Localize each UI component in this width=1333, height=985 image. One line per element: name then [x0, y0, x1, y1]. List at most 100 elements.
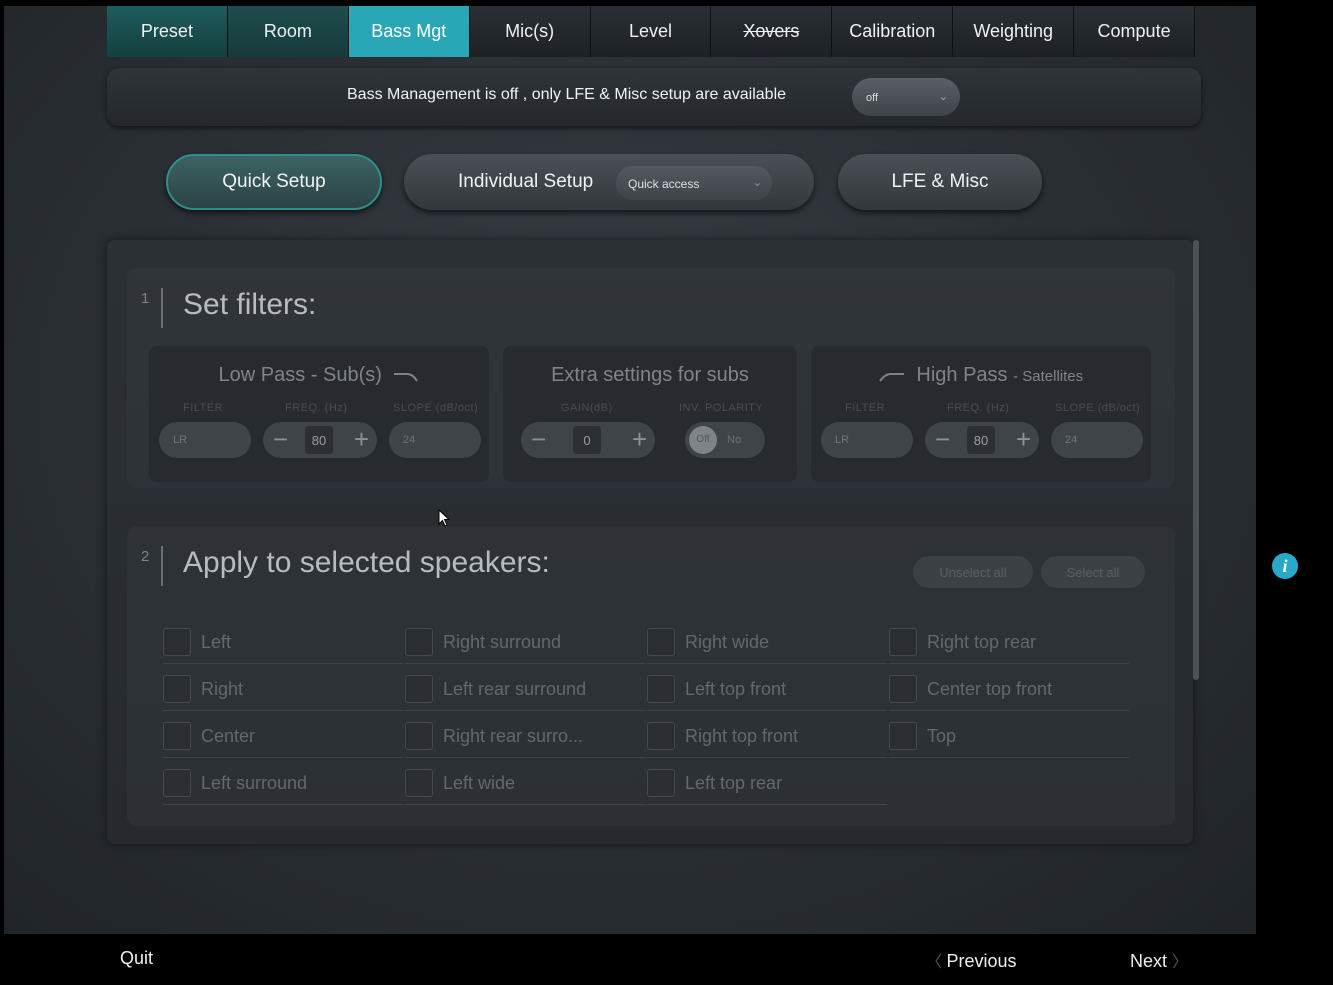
slope-label: SLOPE (dB/oct)	[393, 402, 479, 414]
tab-label: Preset	[140, 21, 193, 41]
speaker-option-left-rear-surround[interactable]: Left rear surround	[405, 667, 645, 711]
checkbox[interactable]	[163, 675, 191, 703]
minus-icon[interactable]: −	[273, 425, 288, 453]
apply-to-speakers-section: 2 Apply to selected speakers: Unselect a…	[127, 526, 1175, 826]
speaker-name: Left	[201, 632, 232, 652]
tab-bass-mgt[interactable]: Bass Mgt	[348, 6, 470, 57]
quick-access-select[interactable]: Quick access ⌄	[616, 166, 772, 200]
chevron-down-icon: ⌄	[752, 177, 762, 189]
tab-preset[interactable]: Preset	[107, 6, 228, 57]
select-value: Quick access	[628, 177, 700, 191]
unselect-all-button[interactable]: Unselect all	[913, 556, 1033, 588]
checkbox[interactable]	[647, 722, 675, 750]
speaker-name: Right top rear	[927, 632, 1037, 652]
group-title: High Pass - Satellites	[811, 364, 1151, 387]
speaker-option-right-top-rear[interactable]: Right top rear	[889, 620, 1129, 664]
tab-label: Mic(s)	[505, 21, 555, 41]
previous-button[interactable]: 〈 Previous	[926, 948, 1016, 972]
speaker-name: Left top rear	[685, 773, 783, 793]
checkbox[interactable]	[647, 769, 675, 797]
minus-icon[interactable]: −	[935, 425, 950, 453]
tab-mics[interactable]: Mic(s)	[469, 6, 591, 57]
checkbox[interactable]	[647, 675, 675, 703]
set-filters-section: 1 Set filters: Low Pass - Sub(s) FILTER …	[127, 268, 1175, 488]
stepper-value[interactable]: 0	[573, 426, 601, 454]
gain-stepper: − 0 +	[521, 422, 655, 458]
bass-management-select[interactable]: off ⌄	[852, 78, 960, 116]
button-label: LFE & Misc	[891, 171, 989, 192]
high-pass-slope-select[interactable]: 24	[1051, 422, 1143, 458]
checkbox[interactable]	[405, 722, 433, 750]
plus-icon[interactable]: +	[354, 425, 369, 453]
stepper-value[interactable]: 80	[305, 426, 333, 454]
speaker-option-right-top-front[interactable]: Right top front	[647, 714, 887, 758]
section-divider	[161, 546, 163, 586]
tab-weighting[interactable]: Weighting	[953, 6, 1075, 57]
select-all-button[interactable]: Select all	[1041, 556, 1145, 588]
bass-settings-panel: 1 Set filters: Low Pass - Sub(s) FILTER …	[107, 240, 1193, 844]
speaker-option-left-surround[interactable]: Left surround	[163, 761, 403, 805]
minus-icon[interactable]: −	[531, 425, 546, 453]
tab-label: Xovers	[743, 21, 800, 41]
checkbox[interactable]	[405, 628, 433, 656]
checkbox[interactable]	[163, 722, 191, 750]
individual-setup-button[interactable]: Individual Setup Quick access ⌄	[404, 154, 814, 210]
low-pass-filter-select[interactable]: LR	[159, 422, 251, 458]
speaker-option-top[interactable]: Top	[889, 714, 1129, 758]
tab-room[interactable]: Room	[227, 6, 349, 57]
tab-calibration[interactable]: Calibration	[832, 6, 954, 57]
checkbox[interactable]	[405, 675, 433, 703]
bass-management-notice-bar: Bass Management is off , only LFE & Misc…	[107, 68, 1201, 126]
tab-xovers[interactable]: Xovers	[711, 6, 833, 57]
high-pass-freq-stepper: − 80 +	[925, 422, 1039, 458]
checkbox[interactable]	[889, 628, 917, 656]
speaker-option-left-wide[interactable]: Left wide	[405, 761, 645, 805]
button-label: Individual Setup	[458, 171, 594, 192]
checkbox[interactable]	[889, 675, 917, 703]
panel-scrollbar[interactable]	[1193, 240, 1199, 680]
low-pass-slope-select[interactable]: 24	[389, 422, 481, 458]
right-edge-shade	[1256, 6, 1328, 934]
select-value: LR	[835, 434, 850, 446]
plus-icon[interactable]: +	[632, 425, 647, 453]
speaker-name: Right rear surro...	[443, 726, 584, 746]
next-label: Next	[1130, 951, 1168, 971]
lfe-misc-button[interactable]: LFE & Misc	[838, 154, 1042, 210]
speaker-option-left[interactable]: Left	[163, 620, 403, 664]
checkbox[interactable]	[405, 769, 433, 797]
quit-button[interactable]: Quit	[120, 948, 153, 969]
info-icon[interactable]: i	[1272, 553, 1298, 579]
speaker-option-right-rear-surround[interactable]: Right rear surro...	[405, 714, 645, 758]
speaker-option-center[interactable]: Center	[163, 714, 403, 758]
speaker-name: Center	[201, 726, 256, 746]
speaker-name: Left wide	[443, 773, 516, 793]
plus-icon[interactable]: +	[1016, 425, 1031, 453]
speaker-option-left-top-front[interactable]: Left top front	[647, 667, 887, 711]
select-value: off	[866, 92, 879, 104]
quick-setup-button[interactable]: Quick Setup	[166, 154, 382, 210]
section-number: 2	[141, 548, 150, 565]
high-pass-filter-select[interactable]: LR	[821, 422, 913, 458]
checkbox[interactable]	[163, 769, 191, 797]
slope-label: SLOPE (dB/oct)	[1055, 402, 1141, 414]
high-pass-curve-icon	[879, 372, 904, 382]
tab-level[interactable]: Level	[590, 6, 712, 57]
checkbox[interactable]	[889, 722, 917, 750]
checkbox[interactable]	[647, 628, 675, 656]
tab-label: Compute	[1097, 21, 1171, 41]
invert-polarity-toggle[interactable]: Off No	[685, 422, 765, 458]
main-tab-bar: Preset Room Bass Mgt Mic(s) Level Xovers…	[107, 6, 1196, 57]
tab-label: Bass Mgt	[371, 21, 447, 41]
freq-label: FREQ. (Hz)	[285, 402, 348, 414]
speaker-option-center-top-front[interactable]: Center top front	[889, 667, 1129, 711]
speaker-option-right-wide[interactable]: Right wide	[647, 620, 887, 664]
high-pass-subtitle: Satellites	[1022, 368, 1084, 385]
stepper-value[interactable]: 80	[967, 426, 995, 454]
speaker-option-right[interactable]: Right	[163, 667, 403, 711]
next-button[interactable]: Next 〉	[1130, 948, 1188, 972]
speaker-option-left-top-rear[interactable]: Left top rear	[647, 761, 887, 805]
checkbox[interactable]	[163, 628, 191, 656]
speaker-option-right-surround[interactable]: Right surround	[405, 620, 645, 664]
tab-label: Room	[263, 21, 312, 41]
tab-compute[interactable]: Compute	[1074, 6, 1196, 57]
